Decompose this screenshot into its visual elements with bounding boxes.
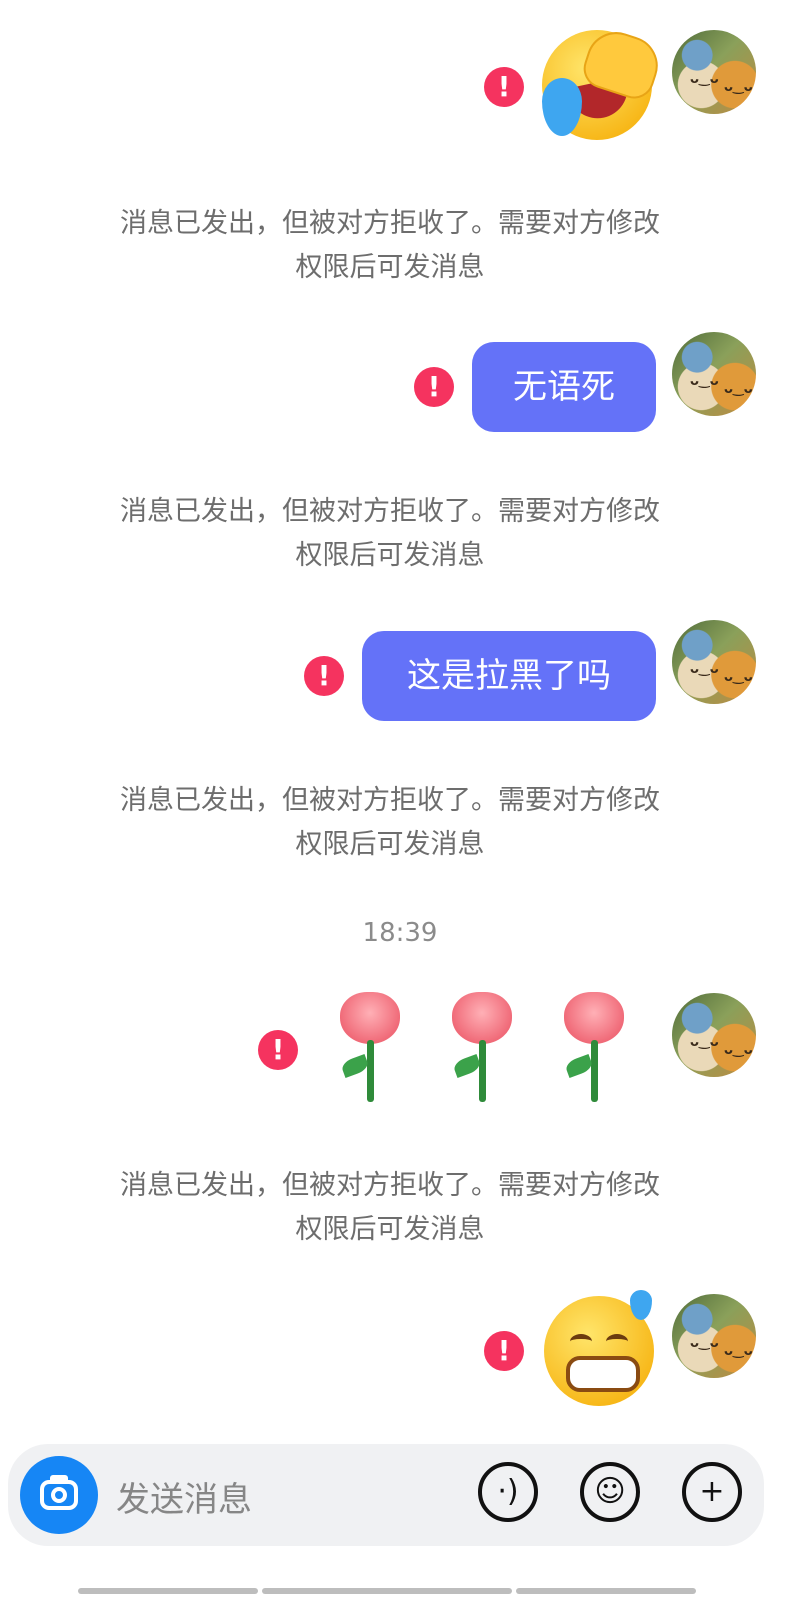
notice-line-2: 权限后可发消息 <box>295 829 485 860</box>
rejected-notice: 消息已发出，但被对方拒收了。需要对方修改 权限后可发消息 <box>110 202 670 290</box>
send-failed-icon[interactable]: ! <box>484 1331 524 1371</box>
my-avatar[interactable]: ᴗ‿ᴗ ᴗ‿ᴗ <box>672 30 756 114</box>
notice-line-2: 权限后可发消息 <box>295 540 485 571</box>
rose-icon <box>442 992 522 1104</box>
my-avatar[interactable]: ᴗ‿ᴗ ᴗ‿ᴗ <box>672 1294 756 1378</box>
send-failed-icon[interactable]: ! <box>258 1030 298 1070</box>
rejected-notice: 消息已发出，但被对方拒收了。需要对方修改 权限后可发消息 <box>110 490 670 578</box>
notice-line-2: 权限后可发消息 <box>295 1214 485 1245</box>
home-indicator <box>262 1588 512 1594</box>
home-indicator <box>78 1588 258 1594</box>
message-bubble[interactable]: 这是拉黑了吗 <box>362 631 656 721</box>
send-failed-icon[interactable]: ! <box>484 67 524 107</box>
send-failed-icon[interactable]: ! <box>304 656 344 696</box>
camera-button[interactable] <box>20 1456 98 1534</box>
notice-line-1: 消息已发出，但被对方拒收了。需要对方修改 <box>120 208 660 239</box>
my-avatar[interactable]: ᴗ‿ᴗ ᴗ‿ᴗ <box>672 620 756 704</box>
message-timestamp: 18:39 <box>362 918 438 948</box>
message-input[interactable]: 发送消息 <box>116 1472 252 1521</box>
plus-button[interactable]: + <box>682 1462 742 1522</box>
message-bubble[interactable]: 无语死 <box>472 342 656 432</box>
rose-icon <box>554 992 634 1104</box>
rejected-notice: 消息已发出，但被对方拒收了。需要对方修改 权限后可发消息 <box>110 1164 670 1252</box>
voice-icon: ·) <box>497 1474 519 1509</box>
send-failed-icon[interactable]: ! <box>414 367 454 407</box>
emoji-icon: ☺ <box>594 1474 626 1509</box>
message-composer: 发送消息 ·) ☺ + <box>8 1444 764 1546</box>
grinning-sweat-sticker[interactable] <box>544 1290 654 1406</box>
chat-message-list: ᴗ‿ᴗ ᴗ‿ᴗ ! 消息已发出，但被对方拒收了。需要对方修改 权限后可发消息 ᴗ‿… <box>0 0 800 1480</box>
my-avatar[interactable]: ᴗ‿ᴗ ᴗ‿ᴗ <box>672 993 756 1077</box>
my-avatar[interactable]: ᴗ‿ᴗ ᴗ‿ᴗ <box>672 332 756 416</box>
emoji-button[interactable]: ☺ <box>580 1462 640 1522</box>
home-indicator <box>516 1588 696 1594</box>
rejected-notice: 消息已发出，但被对方拒收了。需要对方修改 权限后可发消息 <box>110 779 670 867</box>
laughing-crying-sticker[interactable] <box>542 24 666 140</box>
notice-line-2: 权限后可发消息 <box>295 252 485 283</box>
notice-line-1: 消息已发出，但被对方拒收了。需要对方修改 <box>120 785 660 816</box>
notice-line-1: 消息已发出，但被对方拒收了。需要对方修改 <box>120 496 660 527</box>
notice-line-1: 消息已发出，但被对方拒收了。需要对方修改 <box>120 1170 660 1201</box>
rose-icon <box>330 992 410 1104</box>
voice-button[interactable]: ·) <box>478 1462 538 1522</box>
plus-icon: + <box>699 1474 725 1509</box>
